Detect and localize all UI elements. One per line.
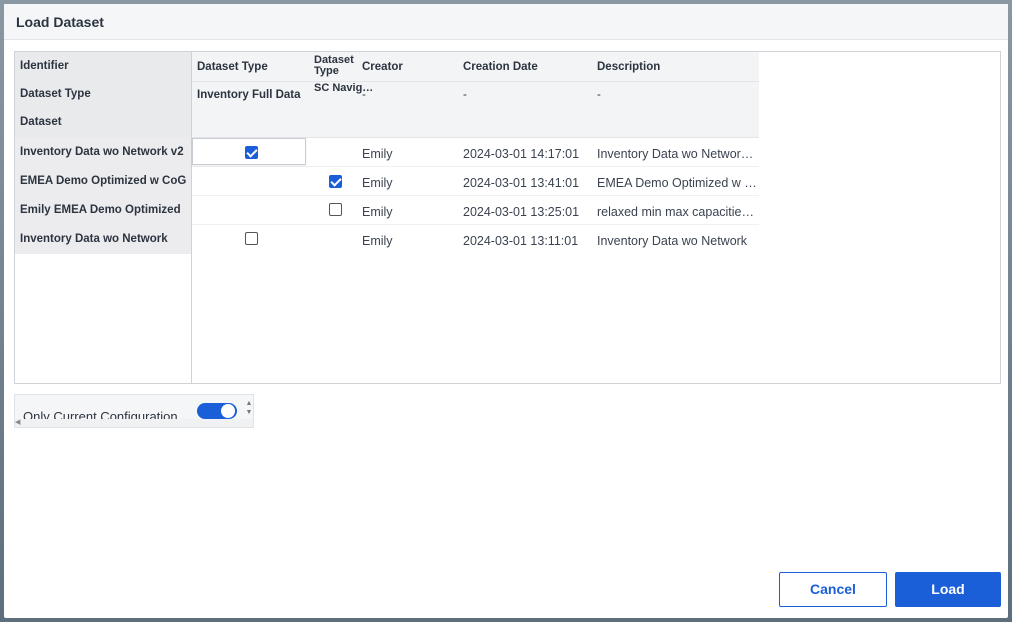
row-header-dataset-type[interactable]: Dataset Type bbox=[15, 80, 191, 108]
horizontal-scrollbar[interactable]: ◀ bbox=[15, 419, 253, 427]
checkbox-inventory-full-data[interactable] bbox=[245, 232, 258, 245]
description-dash: - bbox=[597, 89, 601, 101]
data-pane: Dataset Type Dataset Type Creator Creati… bbox=[192, 52, 1000, 383]
row-header-pane: Identifier Dataset Type Dataset Inventor… bbox=[15, 52, 192, 383]
cell-description: Inventory Data wo Networ… bbox=[597, 147, 754, 161]
cell-creation-date: 2024-03-01 13:11:01 bbox=[463, 234, 579, 248]
checkbox-sc-navig[interactable] bbox=[329, 203, 342, 216]
table-row[interactable]: Emily 2024-03-01 13:11:01 Inventory Data… bbox=[192, 225, 759, 254]
creation-date-dash: - bbox=[463, 89, 467, 101]
row-label-emily-emea[interactable]: Emily EMEA Demo Optimized bbox=[15, 196, 191, 225]
cell-description: relaxed min max capacitie… bbox=[597, 205, 755, 219]
filter-panel: Only Current Configuration ▲ ▼ ◀ bbox=[14, 394, 254, 428]
col-header-description[interactable]: Description bbox=[597, 61, 660, 73]
row-label-emea-cog[interactable]: EMEA Demo Optimized w CoG bbox=[15, 167, 191, 196]
current-configuration-toggle[interactable] bbox=[197, 403, 237, 419]
col-header-dataset-type[interactable]: Dataset Type bbox=[197, 61, 268, 73]
column-header-area: Dataset Type Dataset Type Creator Creati… bbox=[192, 52, 759, 138]
col-header-creation-date[interactable]: Creation Date bbox=[463, 61, 538, 73]
cell-creator: Emily bbox=[362, 147, 393, 161]
row-header-identifier[interactable]: Identifier bbox=[15, 52, 191, 80]
table-row[interactable]: Emily 2024-03-01 14:17:01 Inventory Data… bbox=[192, 138, 759, 167]
cell-creation-date: 2024-03-01 14:17:01 bbox=[463, 147, 580, 161]
col-header-creator[interactable]: Creator bbox=[362, 61, 403, 73]
cancel-button[interactable]: Cancel bbox=[779, 572, 887, 607]
checkbox-inventory-full-data[interactable] bbox=[245, 146, 258, 159]
col-header-dataset-type-sc[interactable]: Dataset Type bbox=[314, 55, 354, 77]
load-dataset-dialog: Load Dataset Identifier Dataset Type Dat… bbox=[4, 4, 1008, 618]
dataset-pivot-table: Identifier Dataset Type Dataset Inventor… bbox=[14, 51, 1001, 384]
cell-creator: Emily bbox=[362, 234, 393, 248]
header-divider bbox=[192, 81, 759, 82]
cell-description: EMEA Demo Optimized w … bbox=[597, 176, 757, 190]
table-row[interactable]: Emily 2024-03-01 13:41:01 EMEA Demo Opti… bbox=[192, 167, 759, 196]
row-header-dataset[interactable]: Dataset bbox=[15, 108, 191, 138]
load-button[interactable]: Load bbox=[895, 572, 1001, 607]
row-label-inventory-v2[interactable]: Inventory Data wo Network v2 bbox=[15, 138, 191, 167]
table-row[interactable]: Emily 2024-03-01 13:25:01 relaxed min ma… bbox=[192, 196, 759, 225]
creator-dash: - bbox=[362, 89, 366, 101]
checkbox-sc-navig[interactable] bbox=[329, 175, 342, 188]
cell-creator: Emily bbox=[362, 205, 393, 219]
row-label-inventory[interactable]: Inventory Data wo Network bbox=[15, 225, 191, 254]
dialog-header: Load Dataset bbox=[4, 4, 1008, 40]
cell-description: Inventory Data wo Network bbox=[597, 234, 748, 248]
cell-creation-date: 2024-03-01 13:41:01 bbox=[463, 176, 580, 190]
col-subheader-inventory-full-data[interactable]: Inventory Full Data bbox=[197, 89, 301, 101]
cell-creator: Emily bbox=[362, 176, 393, 190]
spin-arrows-icon[interactable]: ▲ ▼ bbox=[245, 399, 253, 419]
cell-creation-date: 2024-03-01 13:25:01 bbox=[463, 205, 580, 219]
dialog-title: Load Dataset bbox=[16, 14, 104, 30]
